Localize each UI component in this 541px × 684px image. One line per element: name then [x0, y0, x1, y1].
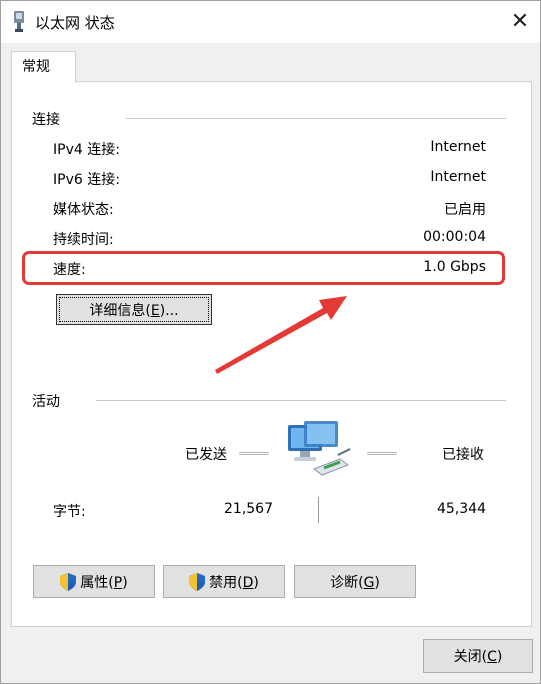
ipv6-label: IPv6 连接:	[53, 172, 120, 188]
details-button[interactable]: 详细信息(E)...	[56, 294, 212, 325]
bytes-received-value: 45,344	[437, 501, 486, 517]
annotation-arrow-icon	[215, 296, 347, 374]
duration-value: 00:00:04	[423, 229, 486, 245]
window-title: 以太网 状态	[35, 14, 115, 32]
disable-button[interactable]: 禁用(D)	[163, 565, 285, 598]
details-button-label: 详细信息(E)...	[89, 302, 179, 319]
received-label: 已接收	[442, 447, 484, 463]
bytes-sent-value: 21,567	[224, 501, 273, 517]
close-button[interactable]: 关闭(C)	[423, 639, 533, 673]
media-state-value: 已启用	[444, 202, 486, 218]
ipv4-label: IPv4 连接:	[53, 142, 120, 158]
diagnose-button-label: 诊断(G)	[330, 574, 380, 591]
section-divider-connection	[126, 118, 506, 119]
speed-highlight-box	[22, 251, 505, 285]
disable-button-label: 禁用(D)	[209, 574, 259, 591]
received-line	[367, 452, 397, 455]
close-icon: ✕	[510, 9, 530, 34]
close-button-label: 关闭(C)	[453, 649, 503, 665]
duration-label: 持续时间:	[53, 232, 114, 248]
ethernet-status-dialog: 以太网 状态 ✕ 常规 连接 IPv4 连接: Internet IPv6 连接…	[0, 0, 541, 684]
section-label-activity: 活动	[32, 394, 60, 410]
uac-shield-icon	[60, 572, 77, 591]
uac-shield-icon	[189, 572, 206, 591]
network-computers-icon	[288, 421, 351, 476]
ipv6-value: Internet	[430, 169, 486, 185]
ipv4-value: Internet	[430, 139, 486, 155]
title-bar[interactable]: 以太网 状态 ✕	[1, 1, 540, 43]
ethernet-adapter-icon	[14, 11, 24, 32]
tab-general[interactable]: 常规	[11, 51, 76, 83]
activity-divider	[318, 497, 319, 523]
close-window-button[interactable]: ✕	[507, 9, 533, 35]
properties-button[interactable]: 属性(P)	[33, 565, 155, 598]
sent-line	[239, 452, 269, 455]
diagnose-button[interactable]: 诊断(G)	[294, 565, 416, 598]
bytes-label: 字节:	[53, 504, 86, 520]
sent-label: 已发送	[185, 447, 227, 463]
section-divider-activity	[96, 400, 506, 401]
properties-button-label: 属性(P)	[80, 574, 128, 591]
section-label-connection: 连接	[32, 112, 60, 128]
media-state-label: 媒体状态:	[53, 202, 114, 218]
